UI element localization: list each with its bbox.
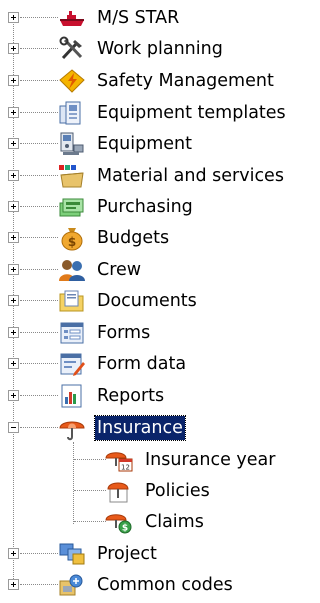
expand-button[interactable] (8, 43, 19, 54)
tree-item-ms-star[interactable]: M/S STAR (0, 5, 301, 35)
expand-button[interactable] (8, 201, 19, 212)
expand-button[interactable] (8, 390, 19, 401)
tree-connector (20, 112, 58, 113)
tree-item-reports[interactable]: Reports (0, 383, 301, 413)
tree-connector (74, 459, 106, 460)
tree-item-crew[interactable]: Crew (0, 257, 301, 287)
tree-item-insurance-year[interactable]: 12 Insurance year (0, 447, 301, 477)
tree-item-label: Form data (97, 354, 187, 374)
claims-icon: $ (104, 509, 134, 535)
svg-text:12: 12 (121, 464, 130, 472)
svg-text:$: $ (122, 524, 128, 534)
safety-icon (57, 68, 87, 94)
tree-connector (20, 143, 58, 144)
expand-button[interactable] (8, 264, 19, 275)
tree-item-label: Claims (145, 512, 204, 532)
tools-icon (57, 36, 87, 62)
tree-connector (20, 269, 58, 270)
expand-button[interactable] (8, 170, 19, 181)
expand-button[interactable] (8, 75, 19, 86)
tree-item-policies[interactable]: Policies (0, 478, 301, 508)
tree-connector (20, 237, 58, 238)
tree-item-common-codes[interactable]: Common codes (0, 572, 301, 602)
tree-item-label: Insurance year (145, 450, 276, 470)
tree-item-safety-management[interactable]: Safety Management (0, 68, 301, 98)
tree-item-label: Purchasing (97, 197, 193, 217)
tree-item-label: Reports (97, 386, 165, 406)
money-bag-icon: $ (57, 225, 87, 251)
tree-item-claims[interactable]: $ Claims (0, 509, 301, 539)
tree-item-label: Work planning (97, 39, 223, 59)
tree-item-label: Crew (97, 260, 142, 280)
tree-item-budgets[interactable]: $ Budgets (0, 225, 301, 255)
tree-item-label: Policies (145, 481, 210, 501)
tree-connector (20, 175, 58, 176)
ship-icon (57, 5, 87, 31)
tree-item-documents[interactable]: Documents (0, 288, 301, 318)
svg-text:$: $ (68, 235, 76, 249)
expand-button[interactable] (8, 358, 19, 369)
tree-item-purchasing[interactable]: Purchasing (0, 194, 301, 224)
umbrella-icon (57, 415, 87, 441)
tree-item-label: Common codes (97, 575, 233, 595)
tree-item-equipment-templates[interactable]: Equipment templates (0, 100, 301, 130)
expand-button[interactable] (8, 107, 19, 118)
tree-connector (20, 584, 58, 585)
tree-connector (20, 206, 58, 207)
documents-icon (57, 288, 87, 314)
tree-item-label: Safety Management (97, 71, 274, 91)
collapse-button[interactable] (8, 422, 19, 433)
tree-item-forms[interactable]: Forms (0, 320, 301, 350)
expand-button[interactable] (8, 232, 19, 243)
tree-item-material-and-services[interactable]: Material and services (0, 163, 301, 193)
forms-icon (57, 320, 87, 346)
tree-item-label: Insurance (94, 415, 186, 441)
tree-connector (20, 395, 58, 396)
tree-item-label: Documents (97, 291, 197, 311)
tree-item-form-data[interactable]: Form data (0, 351, 301, 381)
tree-connector (20, 553, 58, 554)
expand-button[interactable] (8, 548, 19, 559)
tree-connector (20, 363, 58, 364)
materials-icon (57, 163, 87, 189)
tree-item-project[interactable]: Project (0, 541, 301, 571)
expand-button[interactable] (8, 327, 19, 338)
tree-item-label: Project (97, 544, 157, 564)
tree-item-label: Equipment (97, 134, 192, 154)
tree-connector (20, 427, 58, 428)
tree-item-work-planning[interactable]: Work planning (0, 36, 301, 66)
expand-button[interactable] (8, 579, 19, 590)
common-codes-icon (57, 572, 87, 598)
project-icon (57, 541, 87, 567)
tree-item-label: M/S STAR (97, 8, 180, 28)
tree-item-label: Equipment templates (97, 103, 286, 123)
tree-connector (20, 80, 58, 81)
tree-connector (74, 521, 106, 522)
form-data-icon (57, 351, 87, 377)
tree-connector (20, 332, 58, 333)
expand-button[interactable] (8, 12, 19, 23)
expand-button[interactable] (8, 138, 19, 149)
tree-item-label: Forms (97, 323, 151, 343)
tree-item-equipment[interactable]: Equipment (0, 131, 301, 161)
equipment-templates-icon (57, 100, 87, 126)
tree-connector (20, 17, 58, 18)
tree-item-label: Budgets (97, 228, 170, 248)
purchasing-icon (57, 194, 87, 220)
navigation-tree: M/S STAR Work planning Safety Management… (0, 0, 301, 603)
insurance-year-icon: 12 (104, 447, 134, 473)
expand-button[interactable] (8, 295, 19, 306)
crew-icon (57, 257, 87, 283)
equipment-icon (57, 131, 87, 157)
tree-connector (74, 490, 106, 491)
tree-connector (20, 300, 58, 301)
tree-item-insurance[interactable]: Insurance (0, 415, 301, 445)
tree-item-label: Material and services (97, 166, 284, 186)
policies-icon (104, 478, 134, 504)
tree-connector (20, 48, 58, 49)
reports-icon (57, 383, 87, 409)
